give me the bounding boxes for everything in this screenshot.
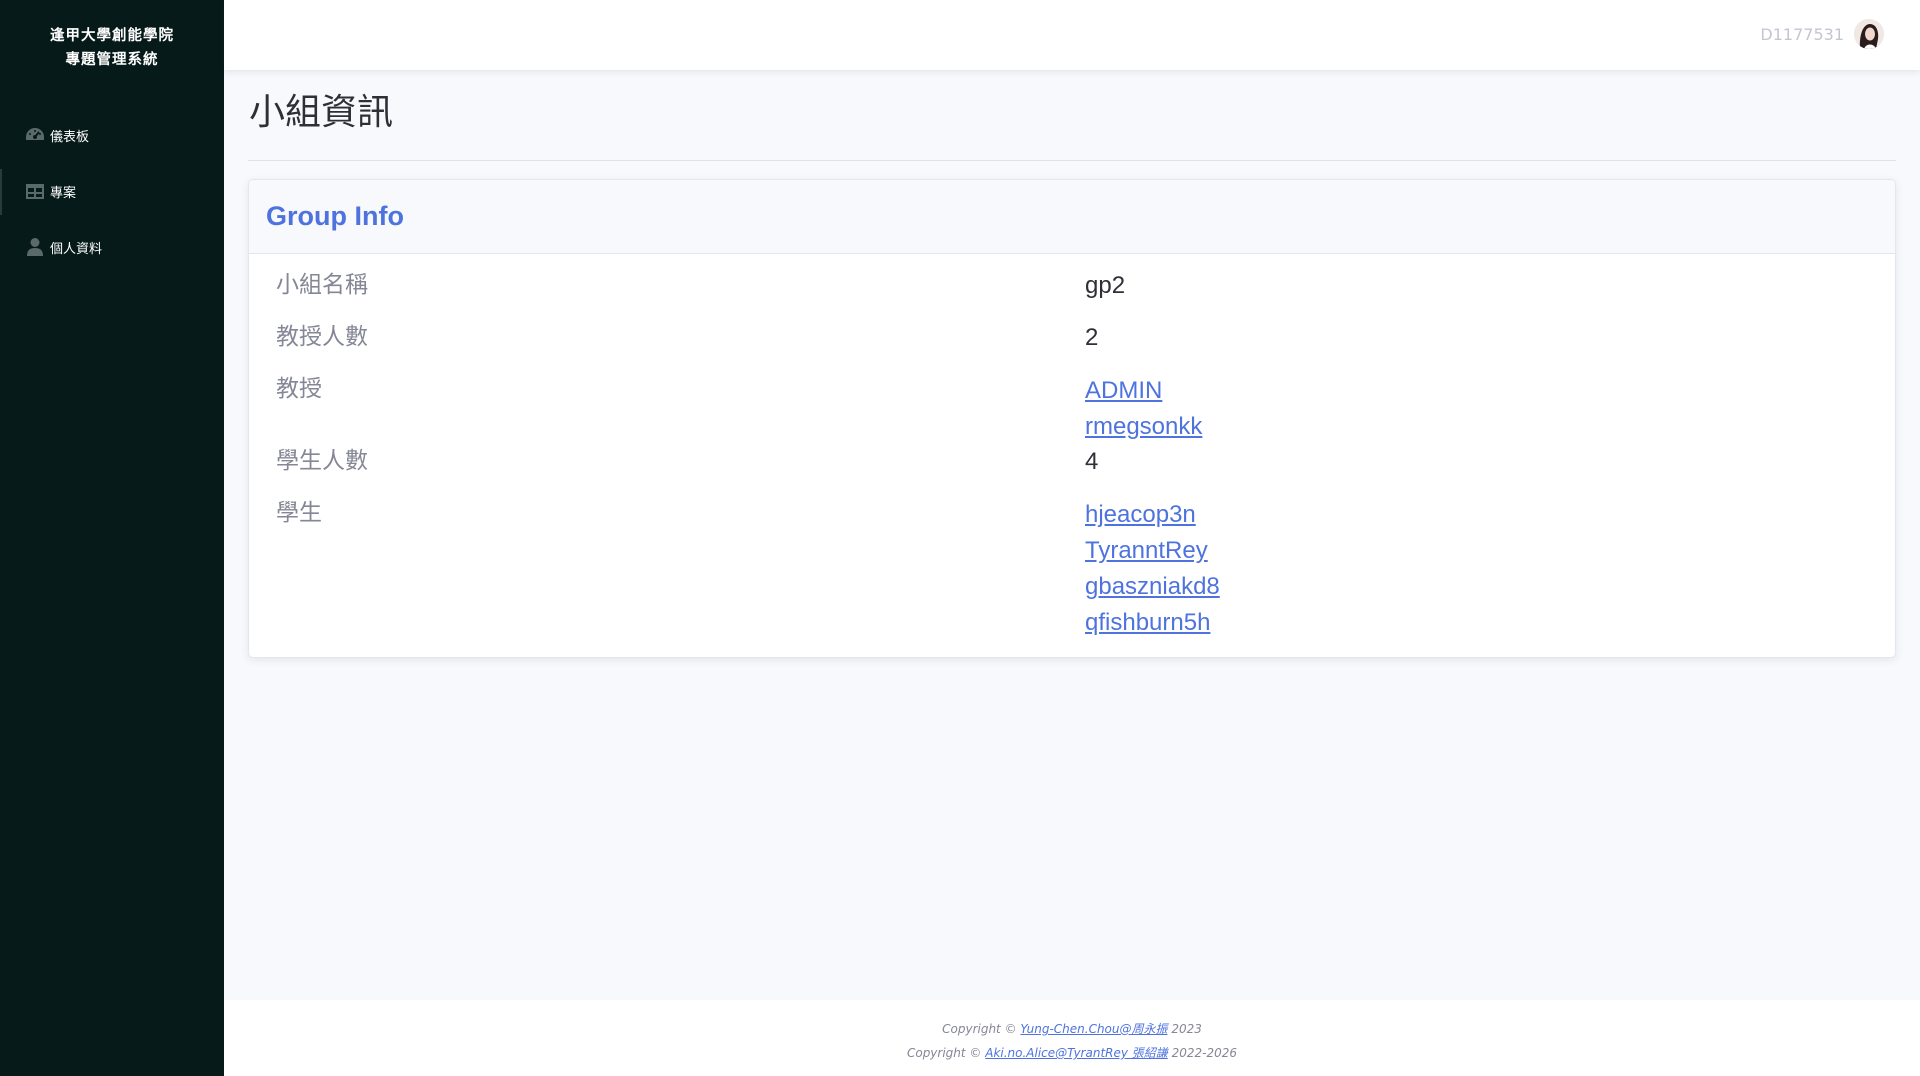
sidebar-item-projects[interactable]: 專案 — [0, 163, 224, 219]
professor-count-value: 2 — [1085, 324, 1099, 351]
user-icon — [24, 237, 46, 257]
sidebar-item-dashboard[interactable]: 儀表板 — [0, 107, 224, 163]
sidebar-item-label: 個人資料 — [50, 241, 103, 257]
sidebar-item-label: 儀表板 — [50, 129, 90, 145]
topbar: D1177531 — [224, 0, 1920, 70]
card-header: Group Info — [249, 180, 1895, 254]
page-title: 小組資訊 — [249, 92, 394, 133]
student-link[interactable]: gbaszniakd8 — [1085, 569, 1220, 605]
sidebar-item-label: 專案 — [50, 185, 77, 201]
sidebar: 逢甲大學創能學院 專題管理系統 儀表板 專案 個人資料 — [0, 0, 224, 1076]
user-menu[interactable]: D1177531 — [1760, 19, 1884, 49]
author-link[interactable]: Yung-Chen.Chou@周永振 — [1020, 1022, 1167, 1036]
student-link[interactable]: TyranntRey — [1085, 533, 1220, 569]
table-icon — [24, 181, 46, 201]
professor-link[interactable]: ADMIN — [1085, 373, 1202, 409]
footer-line-2: Copyright © Aki.no.Alice@TyrantRey 張紹謙 2… — [224, 1041, 1920, 1065]
student-count-value: 4 — [1085, 448, 1099, 475]
group-name-value: gp2 — [1085, 272, 1126, 299]
copyright-year: 2023 — [1167, 1022, 1202, 1036]
student-link[interactable]: qfishburn5h — [1085, 605, 1220, 641]
student-count-label: 學生人數 — [276, 448, 368, 474]
professors-list: ADMIN rmegsonkk — [1085, 373, 1202, 445]
students-label: 學生 — [276, 500, 322, 526]
footer: Copyright © Yung-Chen.Chou@周永振 2023 Copy… — [224, 1000, 1920, 1076]
copyright-prefix: Copyright © — [942, 1022, 1021, 1036]
students-list: hjeacop3n TyranntRey gbaszniakd8 qfishbu… — [1085, 497, 1220, 641]
username: D1177531 — [1760, 24, 1844, 44]
footer-line-1: Copyright © Yung-Chen.Chou@周永振 2023 — [224, 1017, 1920, 1041]
author-link[interactable]: Aki.no.Alice@TyrantRey 張紹謙 — [985, 1046, 1168, 1060]
avatar[interactable] — [1854, 19, 1884, 49]
sidebar-item-profile[interactable]: 個人資料 — [0, 219, 224, 275]
professor-link[interactable]: rmegsonkk — [1085, 409, 1202, 445]
card-title: Group Info — [266, 201, 404, 231]
group-info-card: Group Info 小組名稱 gp2 教授人數 2 教授 ADMIN rmeg… — [248, 179, 1896, 658]
group-name-label: 小組名稱 — [276, 272, 368, 298]
copyright-prefix: Copyright © — [906, 1046, 986, 1060]
tachometer-icon — [24, 125, 46, 145]
professor-count-label: 教授人數 — [276, 324, 368, 350]
copyright-year: 2022-2026 — [1167, 1046, 1238, 1060]
sidebar-nav: 儀表板 專案 個人資料 — [0, 107, 224, 275]
student-link[interactable]: hjeacop3n — [1085, 497, 1220, 533]
sidebar-brand[interactable]: 逢甲大學創能學院 專題管理系統 — [0, 0, 224, 72]
professors-label: 教授 — [276, 376, 322, 402]
divider — [248, 160, 1896, 161]
brand-line-2: 專題管理系統 — [65, 52, 159, 68]
brand-line-1: 逢甲大學創能學院 — [50, 28, 174, 44]
